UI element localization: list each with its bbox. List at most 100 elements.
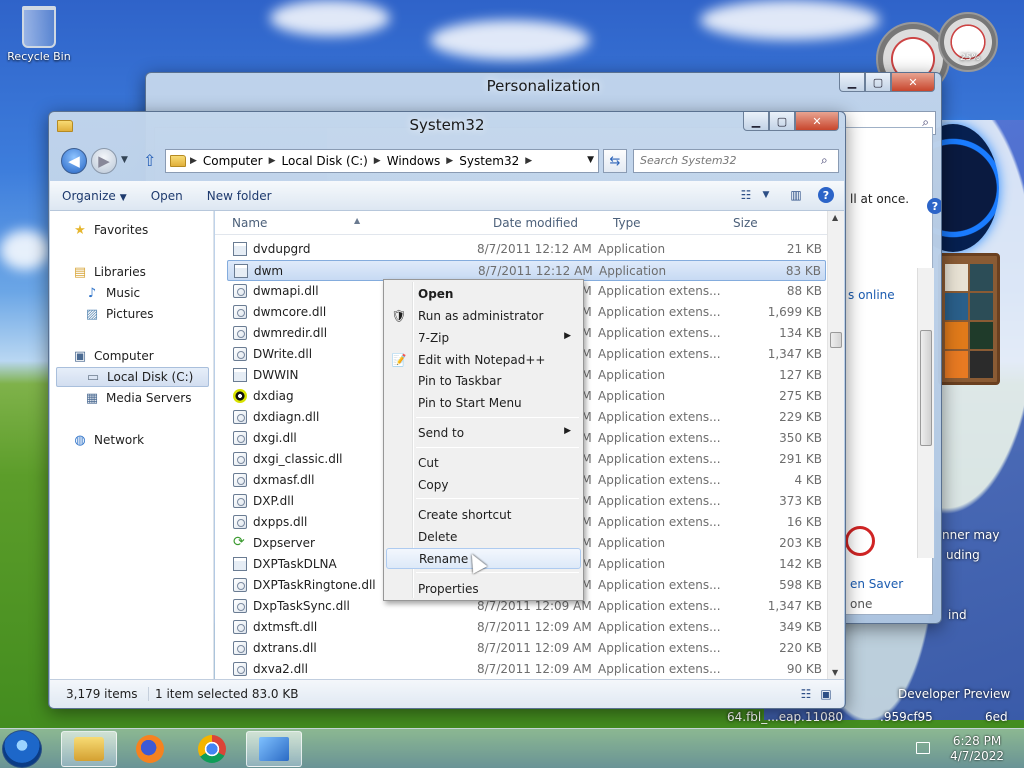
taskbar-clock[interactable]: 6:28 PM 4/7/2022 (950, 734, 1004, 764)
menu-separator (416, 572, 579, 573)
recycle-bin[interactable]: Recycle Bin (6, 4, 72, 63)
file-name: dxdiag (253, 389, 294, 403)
start-button[interactable] (2, 730, 42, 768)
minimize-button[interactable]: ▁ (839, 73, 865, 92)
scrollbar-thumb[interactable] (830, 332, 842, 348)
table-row[interactable]: dxtrans.dll 8/7/2011 12:09 AM Application … (227, 638, 826, 659)
close-button[interactable]: ✕ (795, 112, 839, 131)
column-header-name[interactable]: Name (232, 216, 267, 230)
maximize-button[interactable]: ▢ (865, 73, 891, 92)
personalization-scrollbar[interactable] (917, 268, 934, 558)
nav-pictures[interactable]: ▨ Pictures (84, 304, 209, 324)
puzzle-tile[interactable] (945, 264, 968, 291)
chevron-down-icon[interactable]: ▼ (758, 187, 774, 203)
puzzle-tile[interactable] (970, 264, 993, 291)
back-button[interactable]: ◀ (61, 148, 87, 174)
nav-favorites[interactable]: ★ Favorites (72, 220, 209, 240)
breadcrumb-computer[interactable]: Computer (197, 154, 269, 168)
scroll-down-icon[interactable]: ▼ (832, 668, 838, 677)
puzzle-tile[interactable] (945, 293, 968, 320)
menu-item-edit-with-notepad[interactable]: 📝 Edit with Notepad++ (386, 350, 581, 371)
menu-item-pin-to-start-menu[interactable]: Pin to Start Menu (386, 393, 581, 414)
table-row[interactable]: dvdupgrd 8/7/2011 12:12 AM Application 21 K… (227, 239, 826, 260)
taskbar-personalization-button[interactable] (246, 731, 302, 767)
nav-label: Favorites (94, 223, 149, 237)
puzzle-tile[interactable] (970, 351, 993, 378)
search-input[interactable]: Search System32 (633, 149, 839, 173)
table-row[interactable]: dxtmsft.dll 8/7/2011 12:09 AM Application … (227, 617, 826, 638)
minimize-button[interactable]: ▁ (743, 112, 769, 131)
chevron-right-icon[interactable]: ▶ (269, 156, 276, 166)
picture-puzzle-gadget[interactable] (938, 253, 1000, 385)
menu-item-pin-to-taskbar[interactable]: Pin to Taskbar (386, 371, 581, 392)
address-bar[interactable]: ▶ Computer ▶ Local Disk (C:) ▶ Windows ▶… (165, 149, 599, 173)
column-header-type[interactable]: Type (613, 216, 641, 230)
nav-computer[interactable]: ▣ Computer (72, 346, 209, 366)
context-menu: Open 🛡 Run as administrator 7-Zip ▶ 📝 Edit wit… (383, 279, 584, 601)
chevron-right-icon[interactable]: ▶ (190, 156, 197, 166)
puzzle-tile[interactable] (945, 351, 968, 378)
puzzle-tile[interactable] (970, 322, 993, 349)
details-view-icon[interactable]: ☷ (798, 686, 814, 702)
puzzle-tile[interactable] (945, 322, 968, 349)
breadcrumb-windows[interactable]: Windows (381, 154, 447, 168)
chevron-right-icon[interactable]: ▶ (525, 156, 532, 166)
large-icons-view-icon[interactable]: ▣ (818, 686, 834, 702)
screen-saver-link[interactable]: en Saver (850, 577, 903, 591)
nav-media-servers[interactable]: ▦ Media Servers (84, 388, 209, 408)
menu-item-properties[interactable]: Properties (386, 579, 581, 600)
table-row[interactable]: dxva2.dll 8/7/2011 12:09 AM Application ex… (227, 659, 826, 680)
preview-pane-icon[interactable]: ▥ (788, 187, 804, 203)
menu-item-label: Create shortcut (418, 508, 512, 522)
personalization-titlebar[interactable]: Personalization ▁ ▢ ✕ (146, 73, 941, 103)
nav-local-disk[interactable]: ▭ Local Disk (C:) (56, 367, 209, 387)
taskbar-explorer-button[interactable] (61, 731, 117, 767)
refresh-button[interactable]: ⇆ (603, 149, 627, 173)
organize-button[interactable]: Organize ▼ (50, 189, 139, 203)
column-header-date-modified[interactable]: Date modified (493, 216, 578, 230)
scrollbar-thumb[interactable] (920, 330, 932, 446)
forward-button[interactable]: ▶ (91, 148, 117, 174)
breadcrumb-local-disk[interactable]: Local Disk (C:) (276, 154, 374, 168)
address-history-dropdown[interactable]: ▼ (587, 155, 594, 165)
search-icon[interactable]: ⌕ (821, 153, 828, 168)
help-icon[interactable]: ? (818, 187, 834, 203)
nav-music[interactable]: ♪ Music (84, 283, 209, 303)
recent-pages-dropdown[interactable]: ▼ (121, 155, 128, 165)
menu-item-create-shortcut[interactable]: Create shortcut (386, 505, 581, 526)
get-themes-online-link[interactable]: s online (848, 288, 895, 302)
maximize-button[interactable]: ▢ (769, 112, 795, 131)
column-header-size[interactable]: Size (733, 216, 758, 230)
file-name: dwmapi.dll (253, 284, 319, 298)
change-view-icon[interactable]: ☷ (738, 187, 754, 203)
memory-meter-gadget[interactable] (938, 12, 998, 72)
screen-saver-icon[interactable] (845, 526, 875, 556)
network-tray-icon[interactable] (916, 742, 930, 754)
close-button[interactable]: ✕ (891, 73, 935, 92)
menu-item-open[interactable]: Open (386, 284, 581, 305)
help-icon[interactable]: ? (927, 198, 941, 214)
menu-item-label: Rename (419, 552, 469, 566)
nav-libraries[interactable]: ▤ Libraries (72, 262, 209, 282)
open-button[interactable]: Open (139, 189, 195, 203)
explorer-titlebar[interactable]: System32 ▁ ▢ ✕ (49, 112, 845, 142)
table-row[interactable]: dwm 8/7/2011 12:12 AM Application 83 KB (227, 260, 826, 281)
menu-item-run-as-administrator[interactable]: 🛡 Run as administrator (386, 306, 581, 327)
file-list-scrollbar[interactable]: ▲ ▼ (827, 211, 844, 679)
breadcrumb-system32[interactable]: System32 (453, 154, 525, 168)
menu-item-send-to[interactable]: Send to ▶ (386, 423, 581, 444)
puzzle-tile[interactable] (970, 293, 993, 320)
file-size: 1,347 KB (767, 347, 822, 361)
chevron-right-icon[interactable]: ▶ (374, 156, 381, 166)
nav-network[interactable]: ◍ Network (72, 430, 209, 450)
menu-item-cut[interactable]: Cut (386, 453, 581, 474)
new-folder-button[interactable]: New folder (195, 189, 284, 203)
up-arrow-icon[interactable]: ⇧ (143, 151, 156, 170)
chevron-right-icon[interactable]: ▶ (446, 156, 453, 166)
taskbar-chrome-button[interactable] (184, 731, 240, 767)
taskbar-firefox-button[interactable] (122, 731, 178, 767)
menu-item-copy[interactable]: Copy (386, 475, 581, 496)
menu-item-delete[interactable]: Delete (386, 527, 581, 548)
menu-item-7-zip[interactable]: 7-Zip ▶ (386, 328, 581, 349)
scroll-up-icon[interactable]: ▲ (832, 213, 838, 222)
